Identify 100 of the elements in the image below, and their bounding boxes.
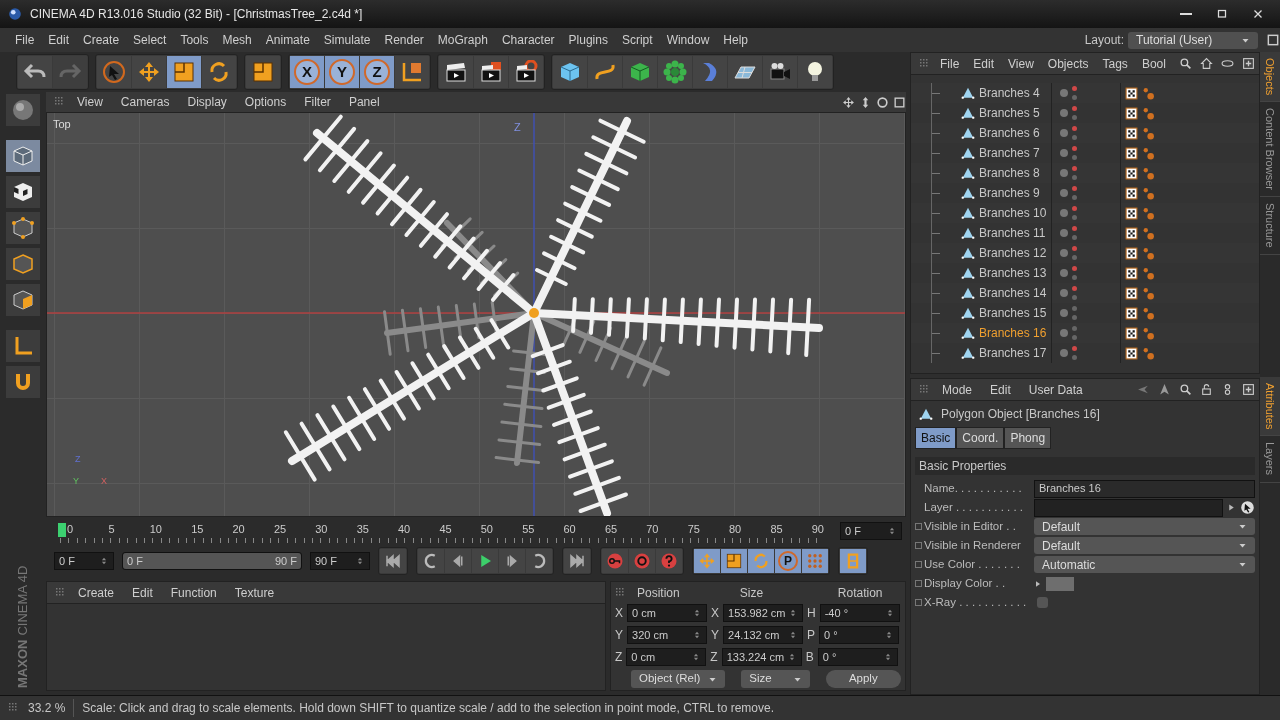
menu-item[interactable]: User Data: [1021, 380, 1090, 399]
menu-item[interactable]: Edit: [41, 31, 77, 49]
side-tab[interactable]: Content Browser: [1260, 102, 1280, 198]
side-tab[interactable]: Objects: [1260, 52, 1280, 103]
dropdown[interactable]: Default: [1034, 518, 1255, 535]
menu-item[interactable]: File: [935, 54, 965, 73]
dropdown[interactable]: Default: [1034, 537, 1255, 554]
toolbar-button[interactable]: X: [290, 56, 324, 88]
object-name: Branches 9: [979, 185, 1041, 202]
side-tab[interactable]: Structure: [1260, 197, 1280, 255]
menu-item[interactable]: Function: [163, 583, 224, 602]
tab[interactable]: Basic: [915, 427, 957, 449]
zoom-level: 33.2 %: [28, 700, 66, 717]
timeline-ruler[interactable]: 0 5 10 15 20 25 30 35 40 45 50 55 60 65 70 75 80 85 90: [60, 521, 824, 543]
axis-letter: P: [807, 627, 816, 644]
coordinate-mode-dropdown[interactable]: Object (Rel): [631, 670, 726, 688]
size-mode-dropdown[interactable]: Size: [741, 670, 810, 688]
menu-item[interactable]: Texture: [227, 583, 282, 602]
frame-number: 70: [646, 522, 660, 537]
side-tab[interactable]: Layers: [1260, 436, 1280, 483]
toolbar-button[interactable]: Z: [360, 56, 394, 88]
layout-dropdown[interactable]: Tutorial (User): [1128, 31, 1258, 49]
coordinate-field[interactable]: 24.132 cm: [723, 626, 804, 644]
menu-item[interactable]: Character: [494, 31, 562, 49]
frame-number: 15: [191, 522, 205, 537]
gizmo-label: X: [101, 475, 107, 488]
object-title: Polygon Object [Branches 16]: [941, 406, 1100, 423]
menu-item[interactable]: Panel: [341, 93, 387, 111]
menu-item[interactable]: Simulate: [316, 31, 378, 49]
field-label: Layer . . . . . . . . . . .: [924, 499, 1025, 515]
end-frame-field[interactable]: 90 F: [310, 552, 370, 570]
frame-number: 0: [67, 522, 75, 537]
menu-item[interactable]: Edit: [968, 54, 1000, 73]
menu-item[interactable]: Bool: [1136, 54, 1171, 73]
coordinate-field[interactable]: 153.982 cm: [723, 604, 804, 622]
menu-item[interactable]: Mode: [935, 380, 980, 399]
frame-number: 45: [439, 522, 453, 537]
axis-letter: B: [805, 649, 814, 666]
menu-item[interactable]: Animate: [258, 31, 317, 49]
menu-item[interactable]: File: [8, 31, 42, 49]
menu-item[interactable]: Script: [614, 31, 660, 49]
product-text: CINEMA 4D: [14, 565, 32, 636]
frame-number: 85: [770, 522, 784, 537]
coordinate-field[interactable]: 0 °: [817, 648, 898, 666]
menu-item[interactable]: Tools: [173, 31, 216, 49]
window-title: CINEMA 4D R13.016 Studio (32 Bit) - [ChristmasTree_2.c4d *]: [30, 6, 363, 23]
field-label: Display Color . .: [924, 575, 1007, 591]
menu-item[interactable]: Edit: [125, 583, 160, 602]
coordinate-field[interactable]: 320 cm: [627, 626, 707, 644]
apply-button[interactable]: Apply: [825, 670, 901, 688]
side-tab[interactable]: Attributes: [1260, 377, 1280, 437]
menu-item[interactable]: Help: [716, 31, 755, 49]
menu-item[interactable]: View: [70, 93, 110, 111]
menu-item[interactable]: Cameras: [113, 93, 177, 111]
name-field[interactable]: Branches 16: [1034, 479, 1255, 498]
coordinate-field[interactable]: 0 cm: [627, 604, 707, 622]
object-name: Branches 8: [979, 165, 1041, 182]
menu-item[interactable]: MoGraph: [430, 31, 495, 49]
transport-button[interactable]: P: [775, 549, 801, 573]
menu-item[interactable]: View: [1003, 54, 1039, 73]
dropdown[interactable]: Automatic: [1034, 556, 1255, 573]
coordinate-field[interactable]: 133.224 cm: [721, 648, 802, 666]
view-name: Top: [53, 117, 71, 132]
toolbar-button[interactable]: Y: [325, 56, 359, 88]
brand-text: MAXON: [14, 639, 32, 688]
menu-item[interactable]: Tags: [1097, 54, 1133, 73]
menu-item[interactable]: Select: [126, 31, 174, 49]
coordinate-field[interactable]: 0 °: [819, 626, 900, 644]
start-frame-field[interactable]: 0 F: [54, 552, 114, 570]
menu-item[interactable]: Render: [377, 31, 431, 49]
object-name: Branches 14: [979, 285, 1048, 302]
menu-item[interactable]: Window: [659, 31, 717, 49]
object-name: Branches 11: [979, 225, 1047, 242]
menu-item[interactable]: Create: [71, 583, 122, 602]
coordinate-field[interactable]: -40 °: [819, 604, 900, 622]
column-header: Rotation: [836, 585, 884, 602]
menu-item[interactable]: Display: [180, 93, 234, 111]
menu-item[interactable]: Create: [76, 31, 127, 49]
frame-field[interactable]: 0 F: [840, 522, 902, 540]
coordinate-field[interactable]: 0 cm: [626, 648, 707, 666]
tab[interactable]: Phong: [1004, 427, 1052, 449]
menu-item[interactable]: Objects: [1042, 54, 1094, 73]
menu-item[interactable]: Plugins: [561, 31, 615, 49]
field-label: Visible in Renderer: [924, 537, 1022, 553]
menu-item[interactable]: Edit: [983, 380, 1018, 399]
axis-letter: Y: [615, 627, 623, 644]
status-message: Scale: Click and drag to scale elements. Hold down SHIFT to quantize scale / add to the selection in point mode, CTRL to remove.: [73, 699, 775, 717]
axis-label: Z: [514, 120, 521, 135]
frame-number: 65: [604, 522, 619, 537]
frame-number: 5: [108, 522, 116, 537]
object-name: Branches 10: [979, 205, 1048, 222]
frame-number: 25: [273, 522, 288, 537]
menu-item[interactable]: Options: [237, 93, 294, 111]
menu-item[interactable]: Filter: [297, 93, 338, 111]
axis-letter: Y: [711, 627, 720, 644]
object-row[interactable]: Branches 17: [911, 343, 1259, 363]
range-fill[interactable]: 0 F 90 F: [123, 553, 301, 569]
tab[interactable]: Coord.: [956, 427, 1005, 449]
object-name: Branches 17: [979, 345, 1048, 362]
menu-item[interactable]: Mesh: [215, 31, 259, 49]
